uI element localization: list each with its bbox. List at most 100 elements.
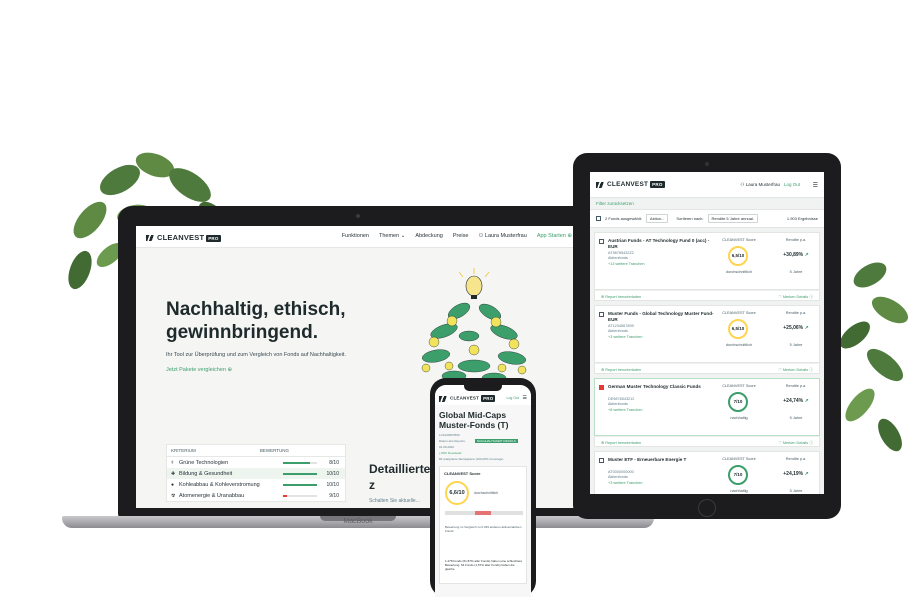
arrow-right-icon: ⊕	[567, 233, 572, 239]
return-period: 5 Jahre	[789, 343, 803, 347]
hero-title: Nachhaltig, ethisch, gewinnbringend.	[166, 299, 346, 343]
fund-isin: AT0000000000 Aktienfonds	[608, 470, 634, 479]
nav-link-funktionen[interactable]: Funktionen	[342, 233, 369, 239]
fund-card[interactable]: Muster Funds - Global Technology Muster …	[594, 305, 820, 363]
logo-mark-icon	[439, 395, 448, 402]
filter-reset-link[interactable]: Filter zurücksetzen	[590, 198, 824, 209]
fund-card-footer: ⊕ Report herunterladen ♡ Merken Details ⓘ	[594, 290, 820, 301]
stat-text: 1.278 Fonds (61,87% aller Fonds) haben e…	[445, 559, 523, 571]
trend-up-icon: ↗	[804, 325, 809, 331]
score-label: CLEANVEST Score	[722, 457, 756, 461]
phone-screen: CLEANVEST PRO Log Out ☰ Global Mid-Caps M…	[435, 385, 531, 597]
criteria-label: Grüne Technologien	[179, 459, 229, 466]
score-label: CLEANVEST Score	[722, 238, 756, 242]
fund-name[interactable]: Muster Funds - Global Technology Muster …	[608, 311, 714, 323]
fund-checkbox[interactable]	[599, 385, 604, 390]
criteria-row[interactable]: ● Kohleabbau & Kohleverstromung 10/10	[167, 479, 345, 490]
laptop-brand-label: MacBook	[343, 518, 373, 525]
compare-packages-link[interactable]: Jetzt Pakete vergleichen ⊕	[166, 367, 232, 373]
fund-isin: AT98765432Z2 Aktienfonds	[608, 251, 634, 260]
hamburger-menu-icon[interactable]: ☰	[813, 182, 818, 189]
score-scale-marker	[475, 511, 491, 515]
money-plant-illustration	[421, 268, 527, 391]
return-value: +25,06% ↗	[783, 325, 809, 331]
return-label: Rendite p.a.	[785, 384, 807, 388]
report-download-link[interactable]: ⊕ Report herunterladen	[601, 294, 641, 299]
fund-checkbox[interactable]	[599, 312, 604, 317]
criteria-icon: ☢	[171, 492, 176, 499]
score-card-title: CLEANVEST Score	[444, 471, 481, 476]
arrow-circle-icon: ⊕	[227, 367, 233, 373]
criteria-row[interactable]: ⚕ Grüne Technologien 8/10	[167, 457, 345, 468]
fund-card[interactable]: Muster ETF - Erneuerbare Energie T AT0000…	[594, 451, 820, 494]
detail-section-subtitle: Schalten Sie aktuelle...	[369, 498, 420, 504]
cleanvest-logo[interactable]: CLEANVEST PRO	[146, 233, 221, 242]
action-select[interactable]: Aktion...	[645, 214, 669, 223]
select-all-checkbox[interactable]	[596, 216, 601, 221]
criteria-score-bar	[283, 483, 317, 486]
hamburger-menu-icon[interactable]: ☰	[523, 395, 527, 401]
coverage-text: 82 analysierte Wertpapiere (100,00% Cove…	[439, 457, 504, 461]
right-plant-illustration	[840, 262, 909, 452]
sort-select[interactable]: Rendite 5 Jahre annual.	[707, 214, 758, 223]
save-details-links[interactable]: ♡ Merken Details ⓘ	[778, 367, 813, 373]
fund-card[interactable]: German Muster Technology Classic Funds DE…	[594, 378, 820, 436]
fund-name[interactable]: German Muster Technology Classic Funds	[608, 384, 714, 390]
return-label: Rendite p.a.	[785, 311, 807, 315]
fund-list: Austrian Funds - AT Technology Fund 0 (a…	[590, 232, 824, 494]
criteria-icon: ●	[171, 481, 175, 488]
compare-text: Bewertung im Vergleich zu 6.339 anderen …	[445, 525, 522, 533]
fund-checkbox[interactable]	[599, 458, 604, 463]
phone-logout-link[interactable]: Log Out	[507, 396, 519, 400]
results-count: 1.903 Ergebnisse	[786, 216, 818, 221]
logout-link[interactable]: Log Out	[784, 182, 800, 187]
report-download-link[interactable]: ⊕ Report herunterladen	[601, 440, 641, 445]
more-tranches-link[interactable]: +13 weitere Tranchen	[608, 262, 645, 266]
results-toolbar: 2 Fonds ausgewählt: Aktion... Sortieren …	[590, 209, 824, 228]
app-start-button[interactable]: App Starten ⊕	[537, 233, 572, 239]
score-level: nachhaltig	[730, 489, 748, 493]
return-value: +30,89% ↗	[783, 252, 809, 258]
score-level: durchschnittlich	[725, 343, 753, 347]
nav-link-abdeckung[interactable]: Abdeckung	[415, 233, 443, 239]
laptop-camera	[356, 214, 360, 218]
fund-isin: AT1234567899 Aktienfonds	[608, 324, 634, 333]
report-download-link[interactable]: ⊕ Report herunterladen	[601, 367, 641, 372]
criteria-score-fill	[283, 461, 311, 464]
fund-name[interactable]: Austrian Funds - AT Technology Fund 0 (a…	[608, 238, 714, 250]
criteria-score-fill	[283, 472, 317, 475]
save-details-links[interactable]: ♡ Merken Details ⓘ	[778, 440, 813, 446]
save-details-links[interactable]: ♡ Merken Details ⓘ	[778, 294, 813, 300]
return-period: 5 Jahre	[789, 270, 803, 274]
criteria-score: 10/10	[326, 470, 339, 477]
criteria-row[interactable]: ☢ Atomenergie & Uranabbau 9/10	[167, 490, 345, 501]
more-tranches-link[interactable]: +3 weitere Tranchen	[608, 481, 643, 485]
trend-up-icon: ↗	[804, 398, 809, 404]
tablet-navbar: CLEANVEST PRO ⚇ Laura Musterfrau Log Out ☰	[590, 172, 824, 198]
score-ring: 6,5/10	[728, 319, 748, 339]
user-menu[interactable]: ⚇ Laura Musterfrau	[478, 233, 526, 239]
tablet-screen: CLEANVEST PRO ⚇ Laura Musterfrau Log Out ☰…	[590, 172, 824, 494]
fund-card[interactable]: Austrian Funds - AT Technology Fund 0 (a…	[594, 232, 820, 290]
more-tranches-link[interactable]: +3 weitere Tranchen	[608, 335, 643, 339]
tablet-logo[interactable]: CLEANVEST PRO	[596, 181, 665, 188]
tablet-user-menu[interactable]: ⚇ Laura Musterfrau Log Out	[740, 182, 800, 188]
score-ring: 7/10	[728, 465, 748, 485]
phone-notch	[464, 384, 502, 391]
nav-link-themen[interactable]: Themen ⌄	[379, 233, 405, 239]
fund-card-footer: ⊕ Report herunterladen ♡ Merken Details ⓘ	[594, 363, 820, 374]
fund-name[interactable]: Muster ETF - Erneuerbare Energie T	[608, 457, 714, 463]
nav-link-preise[interactable]: Preise	[453, 233, 469, 239]
phone-logo[interactable]: CLEANVEST PRO	[439, 395, 496, 402]
criteria-icon: ⚕	[171, 459, 174, 466]
fund-isin: DE9876543212 Aktienfonds	[608, 397, 635, 406]
criteria-score-bar	[283, 472, 317, 475]
more-tranches-link[interactable]: +8 weitere Tranchen	[608, 408, 643, 412]
return-label: Rendite p.a.	[785, 238, 807, 242]
fund-card-footer: ⊕ Report herunterladen ♡ Merken Details ⓘ	[594, 436, 820, 447]
fund-checkbox[interactable]	[599, 239, 604, 244]
sustainability-tag[interactable]: NACHHALTIGKEIT DETAILS	[474, 439, 518, 443]
score-level: durchschnittlich	[725, 270, 753, 274]
score-level: nachhaltig	[730, 416, 748, 420]
criteria-row[interactable]: ✚ Bildung & Gesundheit 10/10	[167, 468, 345, 479]
